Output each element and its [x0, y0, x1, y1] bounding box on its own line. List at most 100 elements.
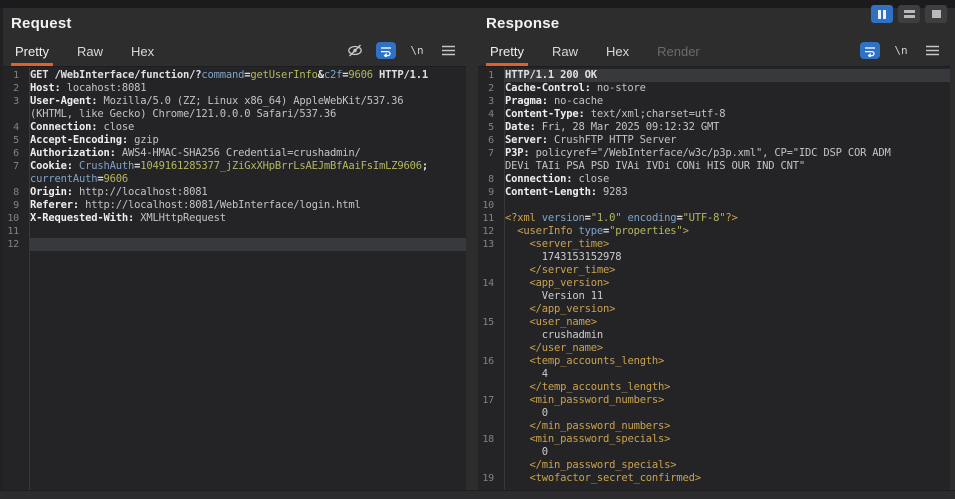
- line-number: 13: [478, 238, 500, 251]
- tab-pretty[interactable]: Pretty: [486, 44, 528, 66]
- line-content[interactable]: <user_name>: [505, 316, 950, 329]
- newline-glyph-icon[interactable]: \n: [407, 42, 427, 59]
- line-content[interactable]: HTTP/1.1 200 OK: [505, 69, 950, 82]
- menu-icon[interactable]: [922, 42, 942, 59]
- line-content[interactable]: <?xml version="1.0" encoding="UTF-8"?>: [505, 212, 950, 225]
- line-content[interactable]: Content-Type: text/xml;charset=utf-8: [505, 108, 950, 121]
- layout-rows-button[interactable]: [898, 5, 920, 23]
- code-line: 1 HTTP/1.1 200 OK: [478, 69, 950, 82]
- tab-pretty[interactable]: Pretty: [11, 44, 53, 66]
- code-line: 2Host: locahost:8081: [3, 82, 466, 95]
- line-number: 10: [3, 212, 25, 225]
- line-number: 12: [478, 225, 500, 238]
- tab-raw[interactable]: Raw: [73, 44, 107, 66]
- line-content[interactable]: Host: locahost:8081: [30, 82, 466, 95]
- line-content[interactable]: 0: [505, 407, 950, 420]
- line-content[interactable]: 1743153152978: [505, 251, 950, 264]
- line-content[interactable]: <min_password_numbers>: [505, 394, 950, 407]
- line-number: [3, 108, 25, 121]
- line-content[interactable]: Version 11: [505, 290, 950, 303]
- line-content[interactable]: User-Agent: Mozilla/5.0 (ZZ; Linux x86_6…: [30, 95, 466, 108]
- line-content[interactable]: P3P: policyref="/WebInterface/w3c/p3p.xm…: [505, 147, 950, 160]
- line-content[interactable]: crushadmin: [505, 329, 950, 342]
- line-number: [478, 251, 500, 264]
- line-number: [478, 303, 500, 316]
- line-content[interactable]: </user_name>: [505, 342, 950, 355]
- line-content[interactable]: Server: CrushFTP HTTP Server: [505, 134, 950, 147]
- line-content[interactable]: Pragma: no-cache: [505, 95, 950, 108]
- menu-icon[interactable]: [438, 42, 458, 59]
- line-content[interactable]: [30, 225, 466, 238]
- code-line: 3User-Agent: Mozilla/5.0 (ZZ; Linux x86_…: [3, 95, 466, 108]
- line-content[interactable]: <twofactor_secret_confirmed>: [505, 472, 950, 485]
- code-line: 6 Authorization: AWS4-HMAC-SHA256 Credent…: [3, 147, 466, 160]
- line-content[interactable]: Cache-Control: no-store: [505, 82, 950, 95]
- code-line: </user_name>: [478, 342, 950, 355]
- line-content[interactable]: Accept-Encoding: gzip: [30, 134, 466, 147]
- tab-render[interactable]: Render: [653, 44, 704, 66]
- code-line: 15 <user_name>: [478, 316, 950, 329]
- layout-single-button[interactable]: [925, 5, 947, 23]
- line-number: 15: [478, 316, 500, 329]
- line-content[interactable]: Referer: http://localhost:8081/WebInterf…: [30, 199, 466, 212]
- line-content[interactable]: Connection: close: [505, 173, 950, 186]
- line-content[interactable]: [30, 238, 466, 251]
- line-content[interactable]: <userInfo type="properties">: [505, 225, 950, 238]
- line-content[interactable]: </min_password_specials>: [505, 459, 950, 472]
- line-content[interactable]: <server_time>: [505, 238, 950, 251]
- code-line: 6Server: CrushFTP HTTP Server: [478, 134, 950, 147]
- line-content[interactable]: GET /WebInterface/function/?command=getU…: [30, 69, 466, 82]
- response-editor[interactable]: 1HTTP/1.1 200 OK2Cache-Control: no-store…: [478, 66, 950, 490]
- layout-columns-button[interactable]: [871, 5, 893, 23]
- line-content[interactable]: 4: [505, 368, 950, 381]
- tab-hex[interactable]: Hex: [127, 44, 158, 66]
- word-wrap-icon[interactable]: [376, 42, 396, 59]
- view-layout-buttons: [871, 5, 947, 23]
- line-number: [478, 446, 500, 459]
- line-number: 4: [478, 108, 500, 121]
- line-number: 1: [478, 69, 500, 82]
- line-content[interactable]: (KHTML, like Gecko) Chrome/121.0.0.0 Saf…: [30, 108, 466, 121]
- line-content[interactable]: Authorization: AWS4-HMAC-SHA256 Credenti…: [30, 147, 466, 160]
- code-line: 10: [478, 199, 950, 212]
- word-wrap-icon[interactable]: [860, 42, 880, 59]
- line-number: 5: [478, 121, 500, 134]
- line-content[interactable]: X-Requested-With: XMLHttpRequest: [30, 212, 466, 225]
- line-content[interactable]: Cookie: CrushAuth=1049161285377_jZiGxXHp…: [30, 160, 466, 173]
- newline-glyph-icon[interactable]: \n: [891, 42, 911, 59]
- code-line: </min_password_specials>: [478, 459, 950, 472]
- code-line: 4 Content-Type: text/xml;charset=utf-8: [478, 108, 950, 121]
- line-content[interactable]: Date: Fri, 28 Mar 2025 09:12:32 GMT: [505, 121, 950, 134]
- code-line: 13 <server_time>: [478, 238, 950, 251]
- tab-raw[interactable]: Raw: [548, 44, 582, 66]
- code-line: 0: [478, 407, 950, 420]
- code-line: 18 <min_password_specials>: [478, 433, 950, 446]
- line-content[interactable]: </server_time>: [505, 264, 950, 277]
- line-number: 8: [3, 186, 25, 199]
- window-top-strip: [0, 0, 955, 8]
- line-content[interactable]: [505, 199, 950, 212]
- line-content[interactable]: <temp_accounts_length>: [505, 355, 950, 368]
- request-editor[interactable]: 1 GET /WebInterface/function/?command=get…: [3, 66, 466, 490]
- line-content[interactable]: <app_version>: [505, 277, 950, 290]
- code-line: currentAuth=9606: [3, 173, 466, 186]
- line-content[interactable]: Connection: close: [30, 121, 466, 134]
- request-toolbar: \n: [345, 42, 458, 59]
- line-number: 1: [3, 69, 25, 82]
- line-content[interactable]: <min_password_specials>: [505, 433, 950, 446]
- line-number: 6: [3, 147, 25, 160]
- line-content[interactable]: currentAuth=9606: [30, 173, 466, 186]
- line-content[interactable]: DEVi TAIi PSA PSD IVAi IVDi CONi HIS OUR…: [505, 160, 950, 173]
- line-content[interactable]: </temp_accounts_length>: [505, 381, 950, 394]
- line-content[interactable]: </app_version>: [505, 303, 950, 316]
- tab-hex[interactable]: Hex: [602, 44, 633, 66]
- line-number: 7: [3, 160, 25, 173]
- line-number: [478, 290, 500, 303]
- message-editor-split: Request PrettyRawHex: [0, 8, 955, 490]
- rows-icon: [904, 10, 915, 18]
- line-content[interactable]: Content-Length: 9283: [505, 186, 950, 199]
- line-content[interactable]: Origin: http://localhost:8081: [30, 186, 466, 199]
- line-content[interactable]: 0: [505, 446, 950, 459]
- hide-matches-icon[interactable]: [345, 42, 365, 59]
- line-content[interactable]: </min_password_numbers>: [505, 420, 950, 433]
